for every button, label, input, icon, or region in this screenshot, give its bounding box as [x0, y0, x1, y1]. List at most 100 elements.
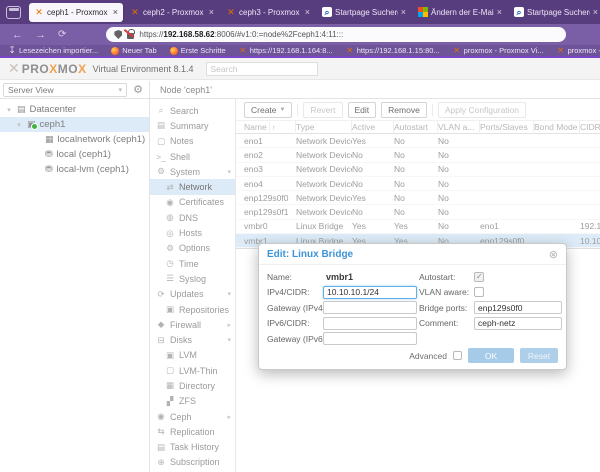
menu-item-replication[interactable]: ⇆ Replication: [150, 424, 235, 439]
tab-close-icon[interactable]: ×: [593, 7, 598, 17]
reload-icon[interactable]: ⟳: [58, 29, 66, 40]
tab-close-icon[interactable]: ×: [497, 7, 502, 17]
tab-close-icon[interactable]: ×: [113, 7, 118, 17]
tab-close-icon[interactable]: ×: [401, 7, 406, 17]
table-row-eno4[interactable]: eno4 Network Device No No No: [236, 177, 600, 191]
ok-button[interactable]: OK: [468, 348, 514, 363]
revert-button[interactable]: Revert: [303, 102, 342, 118]
remove-button[interactable]: Remove: [381, 102, 427, 118]
tree-expander-icon[interactable]: ▾: [15, 121, 23, 129]
menu-item-lvm-thin[interactable]: ▢ LVM-Thin: [150, 363, 235, 378]
bookmark-proxmox-2[interactable]: proxmox - Proxmox Vi...: [557, 46, 600, 55]
bookmark-ip-15[interactable]: https://192.168.1.15:80...: [346, 46, 440, 55]
table-row-eno3[interactable]: eno3 Network Device No No No: [236, 163, 600, 177]
gateway-ipv4-field[interactable]: [323, 301, 417, 314]
dialog-header[interactable]: Edit: Linux Bridge ⊗: [259, 244, 566, 265]
bridge-ports-field[interactable]: [474, 301, 562, 314]
menu-item-shell[interactable]: >_ Shell: [150, 149, 235, 164]
network-toolbar: Create▼ Revert Edit Remove Apply Configu…: [236, 99, 600, 118]
back-icon[interactable]: ←: [12, 29, 23, 41]
column-autostart[interactable]: Autostart: [394, 120, 438, 134]
tree-item-localnetwork[interactable]: ▦ localnetwork (ceph1): [0, 132, 149, 147]
dialog-close-icon[interactable]: ⊗: [549, 248, 558, 261]
forward-icon[interactable]: →: [35, 29, 46, 41]
menu-item-label: Repositories: [179, 305, 229, 315]
edit-button[interactable]: Edit: [348, 102, 377, 118]
bookmark-import[interactable]: Lesezeichen importier...: [8, 46, 98, 55]
column-active[interactable]: Active: [352, 120, 394, 134]
shield-permissions-icon[interactable]: [114, 30, 122, 39]
menu-item-time[interactable]: ◷ Time: [150, 256, 235, 271]
menu-item-firewall[interactable]: ◆ Firewall ▸: [150, 317, 235, 332]
ceph-icon: ◉: [156, 411, 166, 422]
gateway-ipv6-field[interactable]: [323, 332, 417, 345]
bookmark-neuer-tab[interactable]: Neuer Tab: [111, 46, 156, 55]
menu-item-hosts[interactable]: ◎ Hosts: [150, 225, 235, 240]
menu-expander-icon: ▸: [227, 321, 231, 329]
table-row-vmbr0[interactable]: vmbr0 Linux Bridge Yes Yes No eno1 192.1: [236, 220, 600, 234]
menu-item-disks[interactable]: ⊟ Disks ▾: [150, 332, 235, 347]
tree-item-local[interactable]: ⛃ local (ceph1): [0, 147, 149, 162]
menu-item-search[interactable]: ⌕ Search: [150, 103, 235, 118]
zfs-icon: ▞: [165, 396, 175, 407]
tab-ceph3[interactable]: ceph3 - Proxmox Virtual ×: [221, 3, 315, 22]
menu-item-zfs[interactable]: ▞ ZFS: [150, 394, 235, 409]
autostart-checkbox[interactable]: [474, 272, 484, 282]
bookmark-ip-164[interactable]: https://192.168.1.164:8...: [239, 46, 333, 55]
vlan-aware-checkbox[interactable]: [474, 287, 484, 297]
proxmox-favicon: [34, 7, 44, 17]
tab-ceph2[interactable]: ceph2 - Proxmox Virtual ×: [125, 3, 219, 22]
menu-item-repositories[interactable]: ▣ Repositories: [150, 302, 235, 317]
menu-item-summary[interactable]: ▤ Summary: [150, 118, 235, 133]
create-button[interactable]: Create▼: [244, 102, 292, 118]
menu-item-options[interactable]: ⚙ Options: [150, 241, 235, 256]
apply-configuration-button[interactable]: Apply Configuration: [438, 102, 526, 118]
menu-item-directory[interactable]: ▦ Directory: [150, 378, 235, 393]
tree-item-ceph1[interactable]: ▾ ▣ ceph1: [0, 117, 149, 132]
column-cidr[interactable]: CIDR: [580, 120, 600, 134]
table-row-enp129s0f0[interactable]: enp129s0f0 Network Device Yes No No: [236, 191, 600, 205]
tree-expander-icon[interactable]: ▾: [5, 106, 13, 114]
menu-item-lvm[interactable]: ▣ LVM: [150, 348, 235, 363]
table-row-eno1[interactable]: eno1 Network Device Yes No No: [236, 134, 600, 148]
menu-item-certificates[interactable]: ◉ Certificates: [150, 195, 235, 210]
menu-item-subscription[interactable]: ⊕ Subscription: [150, 455, 235, 470]
menu-item-system[interactable]: ⚙ System ▾: [150, 164, 235, 179]
column-vlan[interactable]: VLAN a...: [438, 120, 480, 134]
tab-close-icon[interactable]: ×: [209, 7, 214, 17]
menu-item-updates[interactable]: ⟳ Updates ▾: [150, 287, 235, 302]
url-bar[interactable]: https://192.168.58.62:8006/#v1:0:=node%2…: [106, 27, 566, 42]
global-search-input[interactable]: [206, 62, 318, 76]
tree-item-datacenter[interactable]: ▾ ▤ Datacenter: [0, 102, 149, 117]
bookmark-proxmox-1[interactable]: proxmox - Proxmox Vi...: [453, 46, 544, 55]
tab-ceph1[interactable]: ceph1 - Proxmox Virtual ×: [29, 3, 123, 22]
table-row-eno2[interactable]: eno2 Network Device No No No: [236, 148, 600, 162]
advanced-checkbox[interactable]: [453, 351, 462, 360]
menu-item-dns[interactable]: ◍ DNS: [150, 210, 235, 225]
comment-field[interactable]: [474, 317, 562, 330]
shell-icon: >_: [156, 152, 166, 162]
tab-email-signature[interactable]: Ändern der E-Mail-Sign ×: [413, 3, 507, 22]
server-view-select[interactable]: Server View ▾: [3, 83, 127, 97]
menu-item-notes[interactable]: ▢ Notes: [150, 134, 235, 149]
reset-button[interactable]: Reset: [520, 348, 558, 363]
menu-item-task-history[interactable]: ▤ Task History: [150, 440, 235, 455]
menu-item-ceph[interactable]: ◉ Ceph ▸: [150, 409, 235, 424]
ipv6-cidr-field[interactable]: [323, 317, 417, 330]
tree-settings-gear-icon[interactable]: ⚙: [130, 83, 146, 96]
insecure-lock-icon[interactable]: [127, 33, 134, 39]
bookmark-erste-schritte[interactable]: Erste Schritte: [170, 46, 226, 55]
menu-item-syslog[interactable]: ☰ Syslog: [150, 271, 235, 286]
menu-item-network[interactable]: ⇄ Network: [150, 179, 235, 194]
tab-startpage-1[interactable]: Startpage Suchergebnis ×: [317, 3, 411, 22]
column-type[interactable]: Type: [296, 120, 352, 134]
tab-close-icon[interactable]: ×: [305, 7, 310, 17]
table-row-enp129s0f1[interactable]: enp129s0f1 Network Device No No No: [236, 205, 600, 219]
ipv4-cidr-field[interactable]: [323, 286, 417, 299]
column-name[interactable]: Name ↑: [244, 120, 296, 134]
column-ports-slaves[interactable]: Ports/Slaves: [480, 120, 534, 134]
tab-startpage-2[interactable]: Startpage Suchergebnis ×: [509, 3, 598, 22]
firefox-view-button[interactable]: [6, 6, 21, 19]
column-bond-mode[interactable]: Bond Mode: [534, 120, 580, 134]
tree-item-local-lvm[interactable]: ⛃ local-lvm (ceph1): [0, 162, 149, 177]
